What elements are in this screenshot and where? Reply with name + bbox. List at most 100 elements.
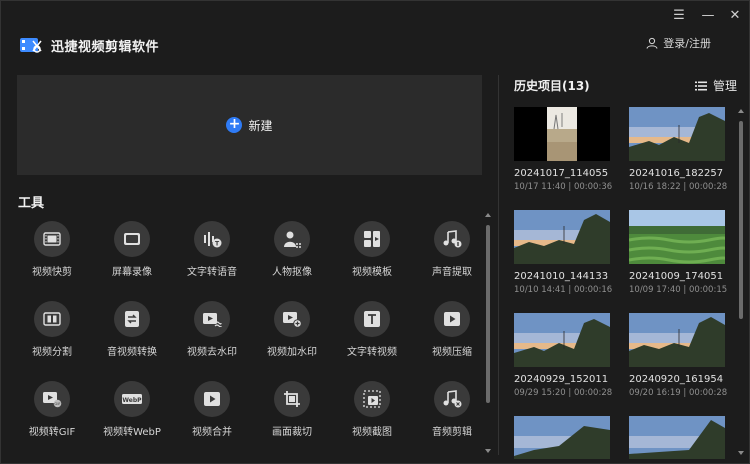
- tool-remove-watermark[interactable]: 视频去水印: [175, 301, 249, 358]
- tool-label: 视频合并: [192, 427, 232, 438]
- menu-icon[interactable]: ☰: [669, 7, 689, 25]
- tool-av-convert[interactable]: 音视频转换: [95, 301, 169, 358]
- video-thumbnail: [629, 107, 725, 161]
- history-item[interactable]: [514, 416, 610, 459]
- tool-label: 视频转GIF: [28, 427, 76, 438]
- tool-audio-edit[interactable]: 音频剪辑: [415, 381, 489, 438]
- tool-video-compress[interactable]: 视频压缩: [415, 301, 489, 358]
- video-thumbnail: [629, 416, 725, 459]
- tool-label: 文字转视频: [347, 347, 397, 358]
- tool-label: 视频截图: [352, 427, 392, 438]
- tool-label: 文字转语音: [187, 267, 237, 278]
- history-item-meta: 09/20 16:19 | 00:00:28: [629, 388, 728, 398]
- panel-divider: [498, 75, 499, 455]
- history-item-name: 20241017_114055: [514, 168, 609, 179]
- music-extract-icon: [434, 221, 470, 257]
- tool-video-to-gif[interactable]: GIF 视频转GIF: [15, 381, 89, 438]
- history-item-name: 20241009_174051: [629, 271, 724, 282]
- tool-add-watermark[interactable]: 视频加水印: [255, 301, 329, 358]
- new-project-label: 新建: [248, 118, 273, 133]
- new-project-button[interactable]: + 新建: [226, 117, 273, 134]
- history-item[interactable]: 20241017_114055 10/17 11:40 | 00:00:36: [514, 107, 613, 192]
- film-icon: [34, 221, 70, 257]
- manage-label: 管理: [713, 79, 738, 93]
- login-button[interactable]: 登录/注册: [646, 35, 711, 51]
- tool-video-to-webp[interactable]: WebP 视频转WebP: [95, 381, 169, 438]
- tool-label: 视频加水印: [267, 347, 317, 358]
- tool-audio-extract[interactable]: 声音提取: [415, 221, 489, 278]
- history-item[interactable]: 20240920_161954 09/20 16:19 | 00:00:28: [629, 313, 728, 398]
- history-item[interactable]: [629, 416, 725, 459]
- history-item-meta: 10/10 14:41 | 00:00:16: [514, 285, 613, 295]
- login-label: 登录/注册: [663, 37, 711, 50]
- merge-icon: [194, 381, 230, 417]
- add-watermark-icon: [274, 301, 310, 337]
- split-icon: [34, 301, 70, 337]
- manage-button[interactable]: 管理: [695, 77, 737, 94]
- app-title: 迅捷视频剪辑软件: [51, 39, 160, 55]
- title-bar: ☰ — ✕: [1, 1, 749, 31]
- scrollbar-thumb[interactable]: [739, 121, 743, 319]
- scroll-up-icon[interactable]: [738, 109, 744, 113]
- user-icon: [646, 37, 658, 49]
- video-thumbnail: [514, 107, 610, 161]
- scroll-down-icon[interactable]: [738, 451, 744, 455]
- template-icon: [354, 221, 390, 257]
- tools-section-title: 工具: [18, 196, 45, 211]
- crop-icon: [274, 381, 310, 417]
- tool-person-cutout[interactable]: 人物抠像: [255, 221, 329, 278]
- history-item[interactable]: 20241016_182257 10/16 18:22 | 00:00:28: [629, 107, 728, 192]
- text-to-video-icon: [354, 301, 390, 337]
- history-item-meta: 09/29 15:20 | 00:00:28: [514, 388, 613, 398]
- app-logo-icon: [20, 38, 42, 53]
- tool-label: 视频快剪: [32, 267, 72, 278]
- video-thumbnail: [514, 210, 610, 264]
- webp-icon: WebP: [114, 381, 150, 417]
- video-thumbnail: [514, 416, 610, 459]
- video-thumbnail: [629, 210, 725, 264]
- tools-scrollbar[interactable]: [485, 211, 491, 455]
- history-item-meta: 10/16 18:22 | 00:00:28: [629, 182, 728, 192]
- history-item[interactable]: 20240929_152011 09/29 15:20 | 00:00:28: [514, 313, 613, 398]
- svg-text:GIF: GIF: [54, 401, 60, 406]
- tool-video-template[interactable]: 视频模板: [335, 221, 409, 278]
- tool-label: 视频压缩: [432, 347, 472, 358]
- app-window: ☰ — ✕ 迅捷视频剪辑软件 登录/注册 + 新建 工具 视频快剪 屏幕录像 T…: [0, 0, 750, 464]
- tool-video-split[interactable]: 视频分割: [15, 301, 89, 358]
- history-item-name: 20241016_182257: [629, 168, 724, 179]
- close-icon[interactable]: ✕: [725, 7, 745, 25]
- plus-icon: +: [226, 117, 243, 133]
- history-item[interactable]: 20241009_174051 10/09 17:40 | 00:00:15: [629, 210, 728, 295]
- tool-label: 视频去水印: [187, 347, 237, 358]
- tool-label: 视频分割: [32, 347, 72, 358]
- tool-text-to-speech[interactable]: T 文字转语音: [175, 221, 249, 278]
- tool-screen-record[interactable]: 屏幕录像: [95, 221, 169, 278]
- minimize-icon[interactable]: —: [698, 7, 718, 25]
- screen-record-icon: [114, 221, 150, 257]
- remove-watermark-icon: [194, 301, 230, 337]
- scroll-down-icon[interactable]: [485, 449, 491, 453]
- list-icon: [695, 81, 707, 90]
- tool-label: 画面裁切: [272, 427, 312, 438]
- svg-text:WebP: WebP: [122, 397, 142, 404]
- history-item-name: 20241010_144133: [514, 271, 609, 282]
- tool-label: 视频转WebP: [103, 427, 161, 438]
- tool-video-quick-cut[interactable]: 视频快剪: [15, 221, 89, 278]
- tool-video-merge[interactable]: 视频合并: [175, 381, 249, 438]
- app-brand: 迅捷视频剪辑软件: [19, 34, 159, 56]
- audio-edit-icon: [434, 381, 470, 417]
- history-scrollbar[interactable]: [738, 107, 744, 457]
- tool-video-screenshot[interactable]: 视频截图: [335, 381, 409, 438]
- tool-label: 声音提取: [432, 267, 472, 278]
- convert-icon: [114, 301, 150, 337]
- scroll-up-icon[interactable]: [485, 213, 491, 217]
- scrollbar-thumb[interactable]: [486, 225, 490, 403]
- history-item-meta: 10/17 11:40 | 00:00:36: [514, 182, 613, 192]
- history-item[interactable]: 20241010_144133 10/10 14:41 | 00:00:16: [514, 210, 613, 295]
- video-thumbnail: [629, 313, 725, 367]
- tool-label: 视频模板: [352, 267, 392, 278]
- new-project-panel[interactable]: + 新建: [17, 75, 482, 175]
- tool-crop[interactable]: 画面裁切: [255, 381, 329, 438]
- history-item-meta: 10/09 17:40 | 00:00:15: [629, 285, 728, 295]
- tool-text-to-video[interactable]: 文字转视频: [335, 301, 409, 358]
